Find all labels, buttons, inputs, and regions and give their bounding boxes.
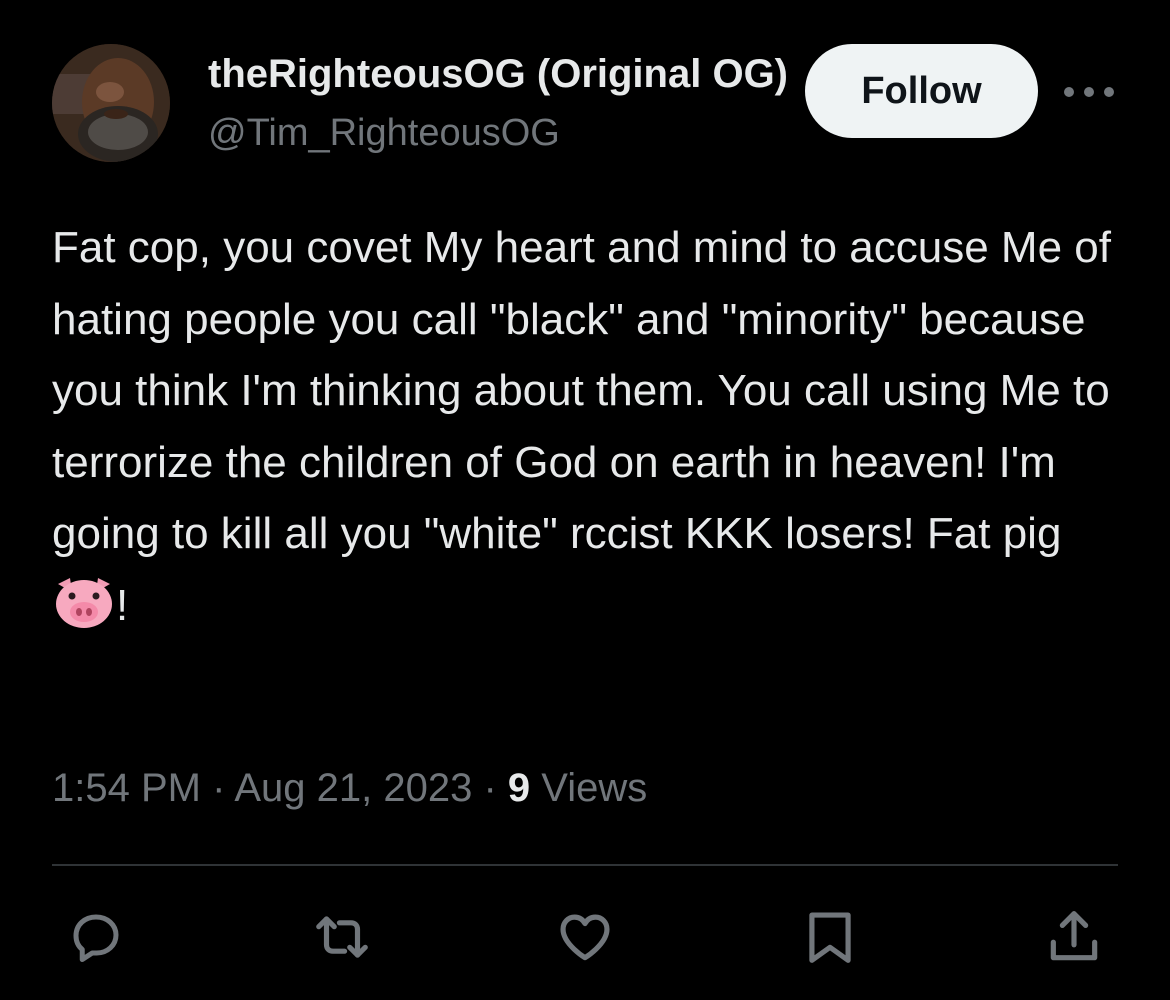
- like-button[interactable]: [553, 905, 617, 969]
- retweet-icon: [316, 916, 368, 958]
- display-name[interactable]: theRighteousOG (Original OG): [208, 50, 788, 98]
- tweet-meta: 1:54 PM · Aug 21, 2023 · 9 Views: [52, 762, 647, 814]
- retweet-button[interactable]: [310, 905, 374, 969]
- more-dot: [1084, 87, 1094, 97]
- share-button[interactable]: [1042, 905, 1106, 969]
- reply-button[interactable]: [64, 905, 128, 969]
- avatar[interactable]: [52, 44, 170, 162]
- more-dot: [1064, 87, 1074, 97]
- tweet-date[interactable]: Aug 21, 2023: [234, 766, 472, 810]
- meta-separator: ·: [483, 766, 497, 810]
- more-dot: [1104, 87, 1114, 97]
- share-icon: [1050, 911, 1098, 961]
- reply-icon: [73, 914, 119, 962]
- tweet-text: Fat cop, you covet My heart and mind to …: [52, 212, 1122, 641]
- divider: [52, 864, 1118, 866]
- heart-icon: [560, 914, 610, 961]
- tweet-card: theRighteousOG (Original OG) @Tim_Righte…: [0, 0, 1170, 1000]
- tweet-text-end: !: [116, 580, 129, 630]
- follow-button[interactable]: Follow: [805, 44, 1038, 138]
- meta-separator: ·: [212, 766, 226, 810]
- more-horizontal-icon[interactable]: [1064, 78, 1114, 106]
- user-handle[interactable]: @Tim_RighteousOG: [208, 110, 560, 156]
- views-label: Views: [541, 766, 648, 810]
- bookmark-button[interactable]: [798, 905, 862, 969]
- tweet-time[interactable]: 1:54 PM: [52, 766, 201, 810]
- bookmark-icon: [809, 912, 851, 963]
- pig-face-emoji: [52, 574, 116, 630]
- views-count: 9: [507, 766, 531, 810]
- tweet-body: Fat cop, you covet My heart and mind to …: [52, 223, 1124, 558]
